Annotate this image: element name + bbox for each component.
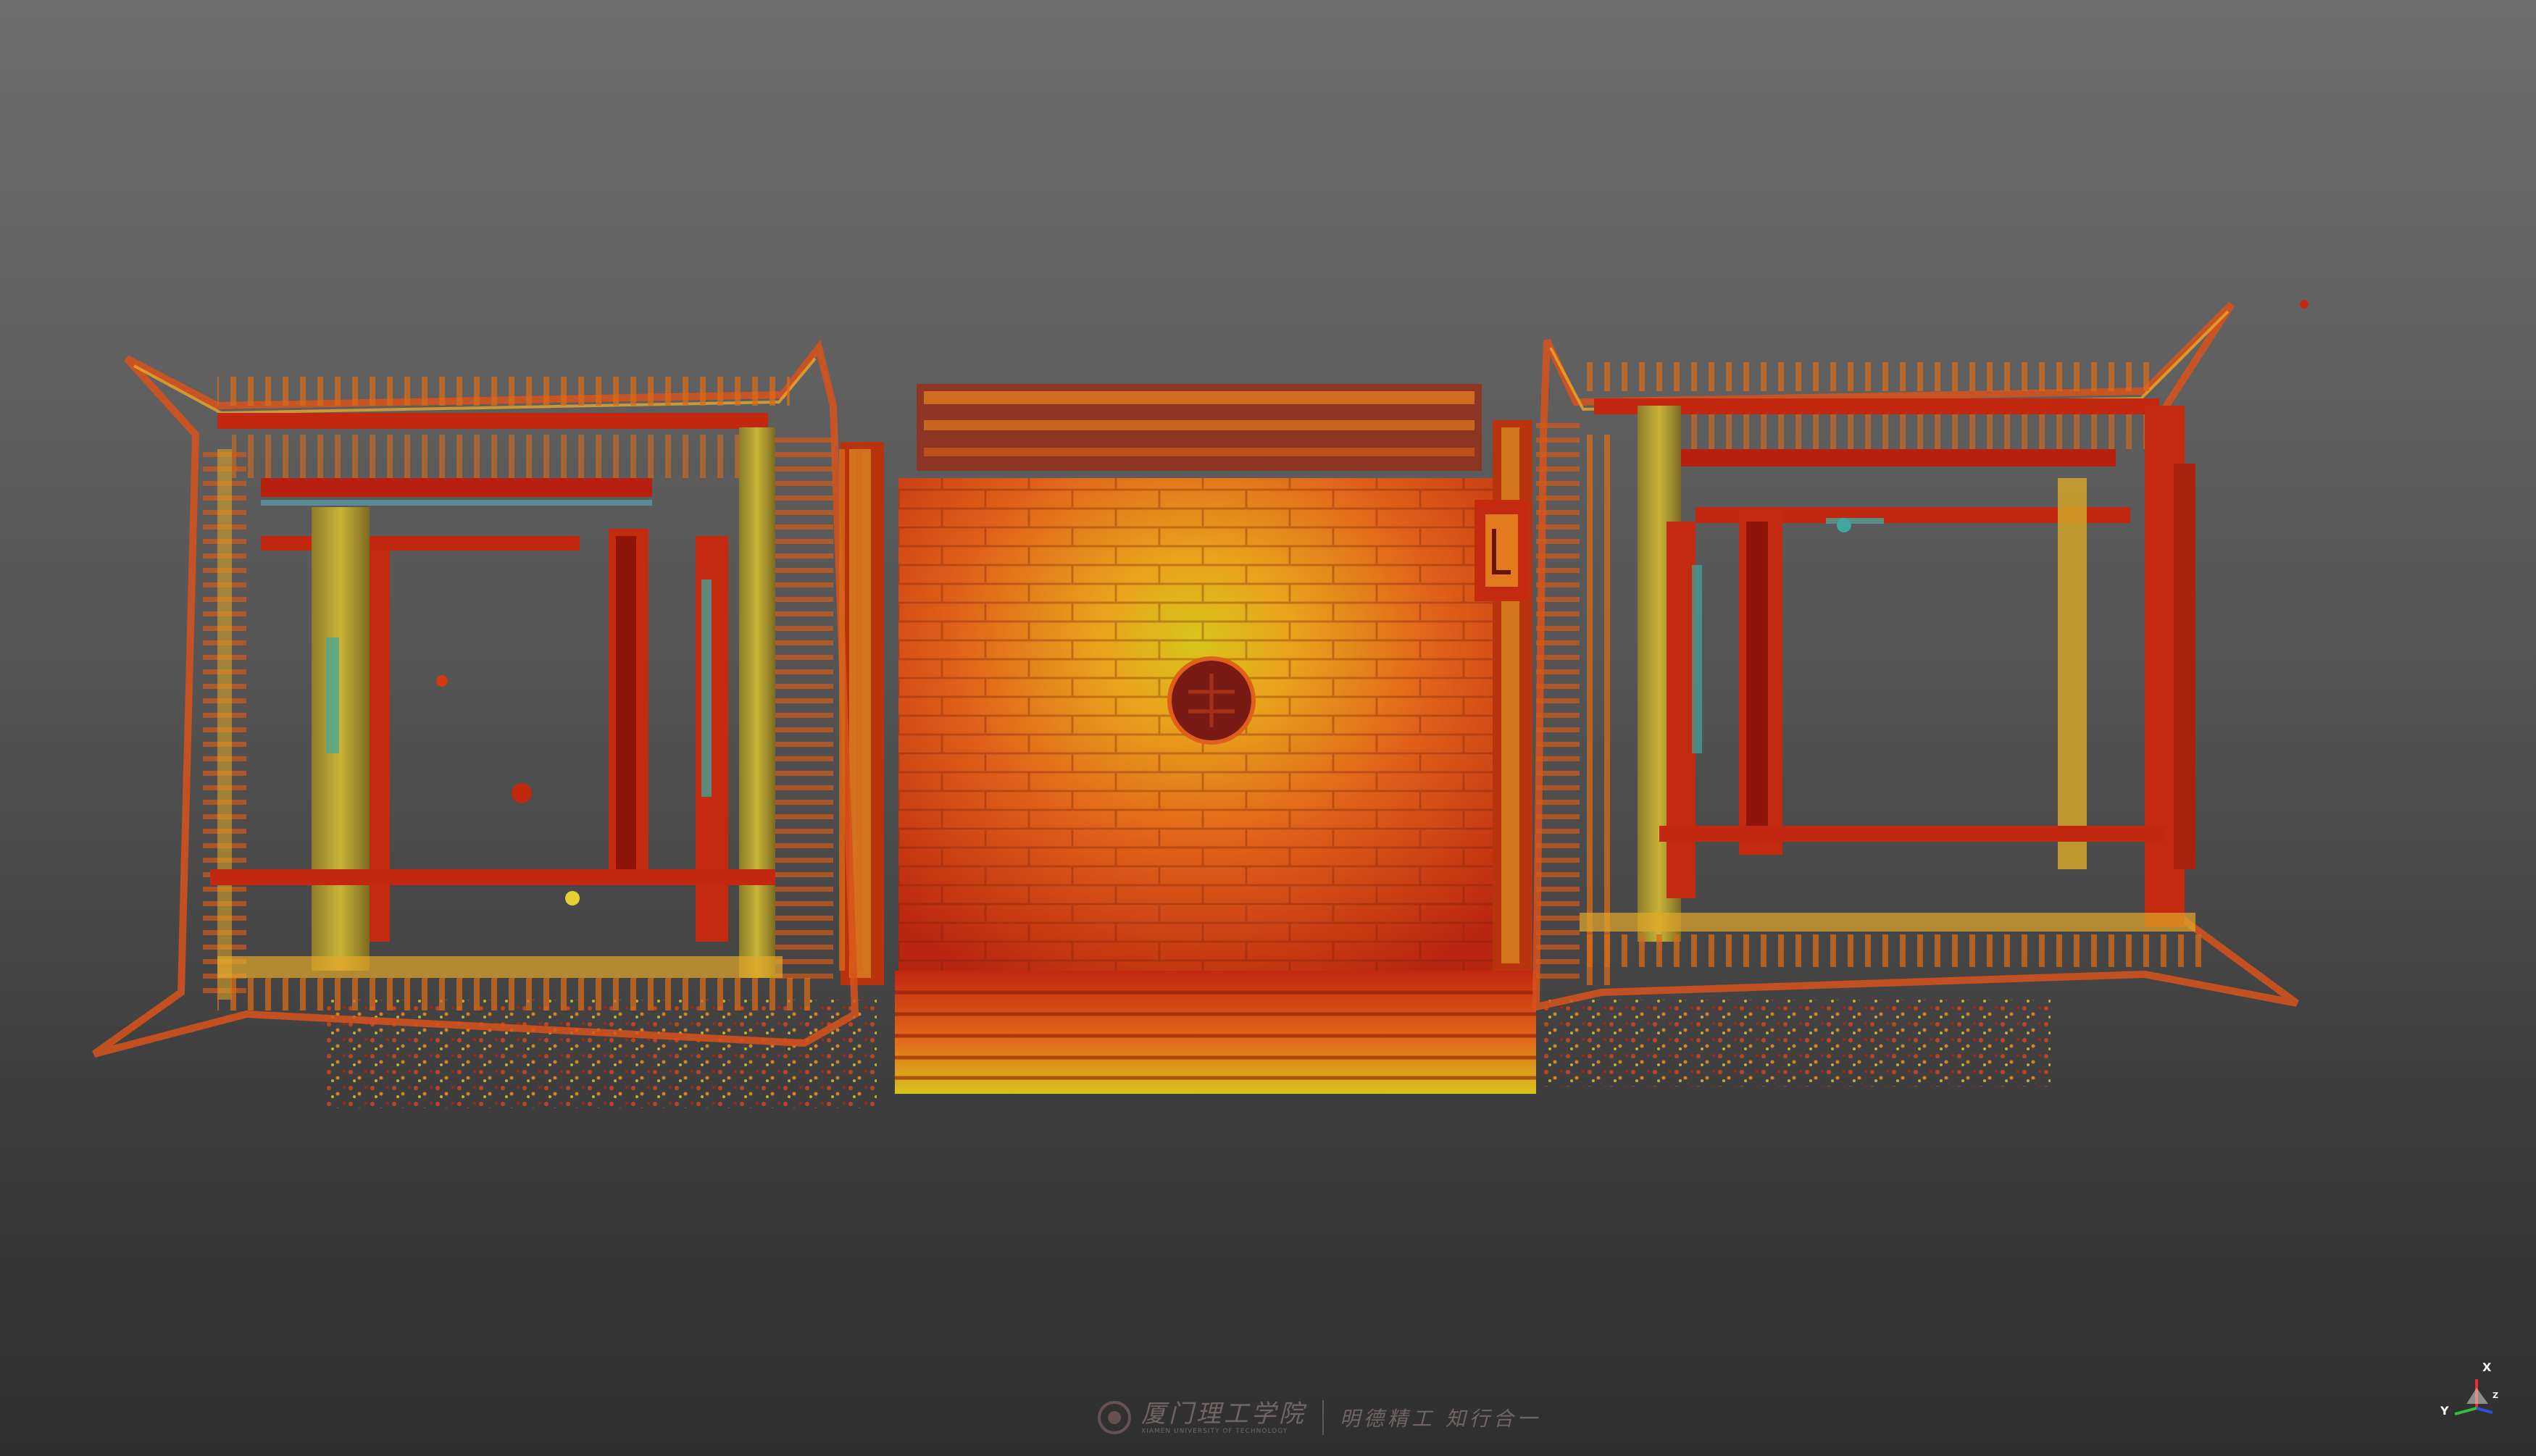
watermark-university-english: XIAMEN UNIVERSITY OF TECHNOLOGY [1141,1428,1288,1435]
watermark-name-block: 厦门理工学院 XIAMEN UNIVERSITY OF TECHNOLOGY [1141,1400,1306,1435]
left-pavilion [92,339,877,1108]
watermark-motto: 明德精工 知行合一 [1340,1407,1541,1431]
point-cloud-scene[interactable] [0,0,2536,1456]
point-cloud-viewport[interactable]: 厦门理工学院 XIAMEN UNIVERSITY OF TECHNOLOGY 明… [0,0,2536,1456]
axis-z-label: Z [2493,1391,2498,1400]
watermark-divider [1322,1400,1324,1435]
central-gate [841,384,1536,1094]
axis-y-label: Y [2440,1404,2449,1418]
axis-x-label: X [2482,1360,2492,1374]
university-watermark: 厦门理工学院 XIAMEN UNIVERSITY OF TECHNOLOGY 明… [1098,1392,1541,1443]
watermark-university-name: 厦门理工学院 [1141,1399,1306,1428]
university-seal-icon [1098,1401,1131,1434]
axis-triad-icon[interactable]: X Y Z [2440,1359,2506,1424]
right-pavilion [1532,300,2308,1087]
